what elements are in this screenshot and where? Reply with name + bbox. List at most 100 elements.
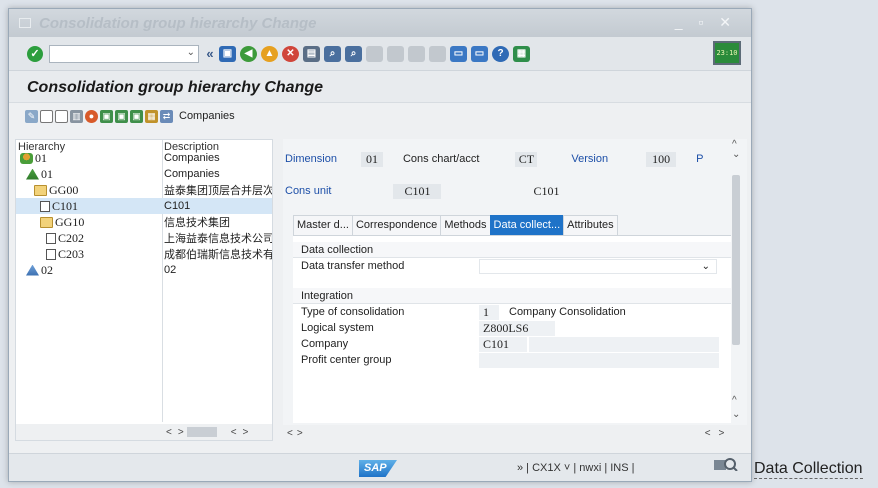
cancel-icon[interactable]: ✕ (282, 46, 299, 62)
find-icon[interactable]: ⌕ (324, 46, 341, 62)
dimension-label: Dimension (285, 153, 337, 165)
hierarchy-node-icon (26, 168, 39, 180)
table-icon[interactable]: ▦ (145, 109, 158, 123)
exit-icon[interactable]: ▲ (261, 46, 278, 62)
back-arrows-icon[interactable]: « (205, 46, 215, 62)
command-field[interactable]: ⌄ (49, 45, 199, 63)
profit-center-group-field[interactable] (479, 352, 719, 368)
data-collection-section-title: Data collection (293, 242, 731, 258)
window-menu-icon[interactable] (19, 18, 31, 28)
node-description: 信息技术集团 (164, 217, 230, 229)
display-change-icon[interactable]: ✎ (25, 109, 38, 123)
tree-node-row[interactable]: C202 上海益泰信息技术公司 (16, 230, 272, 246)
companies-button[interactable]: Companies (179, 110, 235, 122)
detail-horizontal-scrollbar[interactable]: < > < > (283, 425, 747, 441)
scroll-down-icon[interactable]: ⌄ (732, 149, 740, 160)
delete-icon[interactable]: ▥ (70, 109, 83, 123)
scroll-left-icon[interactable]: < (166, 427, 172, 438)
scroll-left-icon[interactable]: < (231, 427, 237, 438)
create-icon[interactable] (40, 109, 53, 123)
back-icon[interactable]: ◀ (240, 46, 257, 62)
application-toolbar: ✎ ▥ ● ▣ ▣ ▣ ▦ ⇄ Companies (9, 103, 751, 129)
tree-node-row[interactable]: C203 成都伯瑞斯信息技术有 (16, 246, 272, 262)
node-description: Companies (164, 152, 220, 164)
first-page-icon[interactable] (366, 46, 383, 62)
tab-data-collection[interactable]: Data collect... (489, 215, 565, 235)
version-label: Version (571, 153, 609, 165)
node-id: GG00 (49, 182, 79, 197)
where-used-icon[interactable]: ● (85, 109, 98, 123)
node-description: 上海益泰信息技术公司 (164, 233, 272, 245)
scroll-down-icon[interactable]: ⌄ (732, 409, 740, 420)
window-title: Consolidation group hierarchy Change (39, 15, 317, 32)
chevron-down-icon[interactable]: ⌄ (702, 261, 710, 272)
scroll-left-icon[interactable]: < (287, 428, 293, 439)
tab-strip: Master d... Correspondence Methods Data … (293, 215, 618, 235)
tab-methods[interactable]: Methods (440, 215, 491, 235)
data-transfer-row: Data transfer method ⌄ (293, 258, 731, 274)
tree-node-row[interactable]: 01 Companies (16, 150, 272, 166)
company-label: Company (301, 338, 349, 350)
tree-node-row[interactable]: GG00 益泰集团顶层合并层次 (16, 182, 272, 198)
tab-correspondence[interactable]: Correspondence (351, 215, 442, 235)
detail-panel: Dimension 01 Cons chart/acct CT Version … (283, 139, 747, 441)
tree-node-row[interactable]: 01 Companies (16, 166, 272, 182)
new-session-icon[interactable]: ▭ (450, 46, 467, 62)
scroll-up-icon[interactable]: ^ (732, 395, 737, 406)
dimension-value: 01 (360, 151, 383, 167)
data-collection-icon[interactable] (714, 457, 738, 471)
tree-node-row[interactable]: GG10 信息技术集团 (16, 214, 272, 230)
node-id: 02 (41, 262, 53, 277)
assign-icon[interactable]: ⇄ (160, 109, 173, 123)
system-info[interactable]: » | CX1X ˅ | nwxi | INS | (517, 462, 635, 474)
shortcut-icon[interactable]: ▭ (471, 46, 488, 62)
scroll-right-icon[interactable]: > (297, 428, 303, 439)
customize-layout-icon[interactable]: ▦ (513, 46, 530, 62)
save-icon[interactable]: ▣ (219, 46, 236, 62)
copy-icon[interactable] (55, 109, 68, 123)
cons-unit-label: Cons unit (285, 185, 332, 197)
window-controls[interactable]: _ ▫ ✕ (675, 14, 737, 31)
tree-horizontal-scrollbar[interactable]: < > < > (16, 424, 272, 440)
consolidation-type-code[interactable]: 1 (479, 304, 499, 320)
last-page-icon[interactable] (429, 46, 446, 62)
data-transfer-select[interactable]: ⌄ (479, 258, 717, 274)
system-clock: 23:10 (713, 41, 741, 65)
previous-page-icon[interactable] (387, 46, 404, 62)
help-icon[interactable]: ? (492, 46, 509, 62)
print-icon[interactable]: ▤ (303, 46, 320, 62)
find-next-icon[interactable]: ⌕ (345, 46, 362, 62)
user-group-icon (20, 152, 33, 164)
consolidation-type-label: Type of consolidation (301, 306, 405, 318)
cons-unit-description: C101 (533, 183, 560, 198)
logical-system-value[interactable]: Z800LS6 (479, 320, 555, 336)
company-value[interactable]: C101 (479, 336, 527, 352)
next-page-icon[interactable] (408, 46, 425, 62)
scroll-left-icon[interactable]: < (705, 428, 711, 439)
enter-button[interactable]: ✓ (27, 46, 43, 62)
scroll-thumb[interactable] (186, 427, 217, 437)
data-collection-label: Data Collection (754, 460, 863, 479)
scroll-right-icon[interactable]: > (243, 427, 249, 438)
collapse-icon[interactable]: ▣ (115, 109, 128, 123)
tab-master-data[interactable]: Master d... (293, 215, 353, 235)
tree-node-row-selected[interactable]: C101 C101 (16, 198, 272, 214)
document-icon (46, 232, 56, 244)
scroll-right-icon[interactable]: > (719, 428, 725, 439)
expand-icon[interactable]: ▣ (100, 109, 113, 123)
scroll-right-icon[interactable]: > (178, 427, 184, 438)
node-id: C101 (52, 198, 79, 213)
status-bar: SAP » | CX1X ˅ | nwxi | INS | (9, 453, 751, 481)
folder-icon (34, 184, 47, 196)
move-icon[interactable]: ▣ (130, 109, 143, 123)
tab-attributes[interactable]: Attributes (563, 215, 618, 235)
profit-center-group-row: Profit center group (293, 352, 731, 368)
node-description: C101 (164, 200, 191, 212)
vertical-scrollbar[interactable]: ^ ⌄ ^ ⌄ (731, 139, 741, 441)
title-bar: Consolidation group hierarchy Change _ ▫… (9, 9, 751, 37)
logical-system-label: Logical system (301, 322, 374, 334)
version-value: 100 (646, 151, 677, 167)
scroll-thumb[interactable] (732, 175, 740, 345)
chevron-down-icon[interactable]: ⌄ (187, 47, 195, 58)
tree-node-row[interactable]: 02 02 (16, 262, 272, 278)
